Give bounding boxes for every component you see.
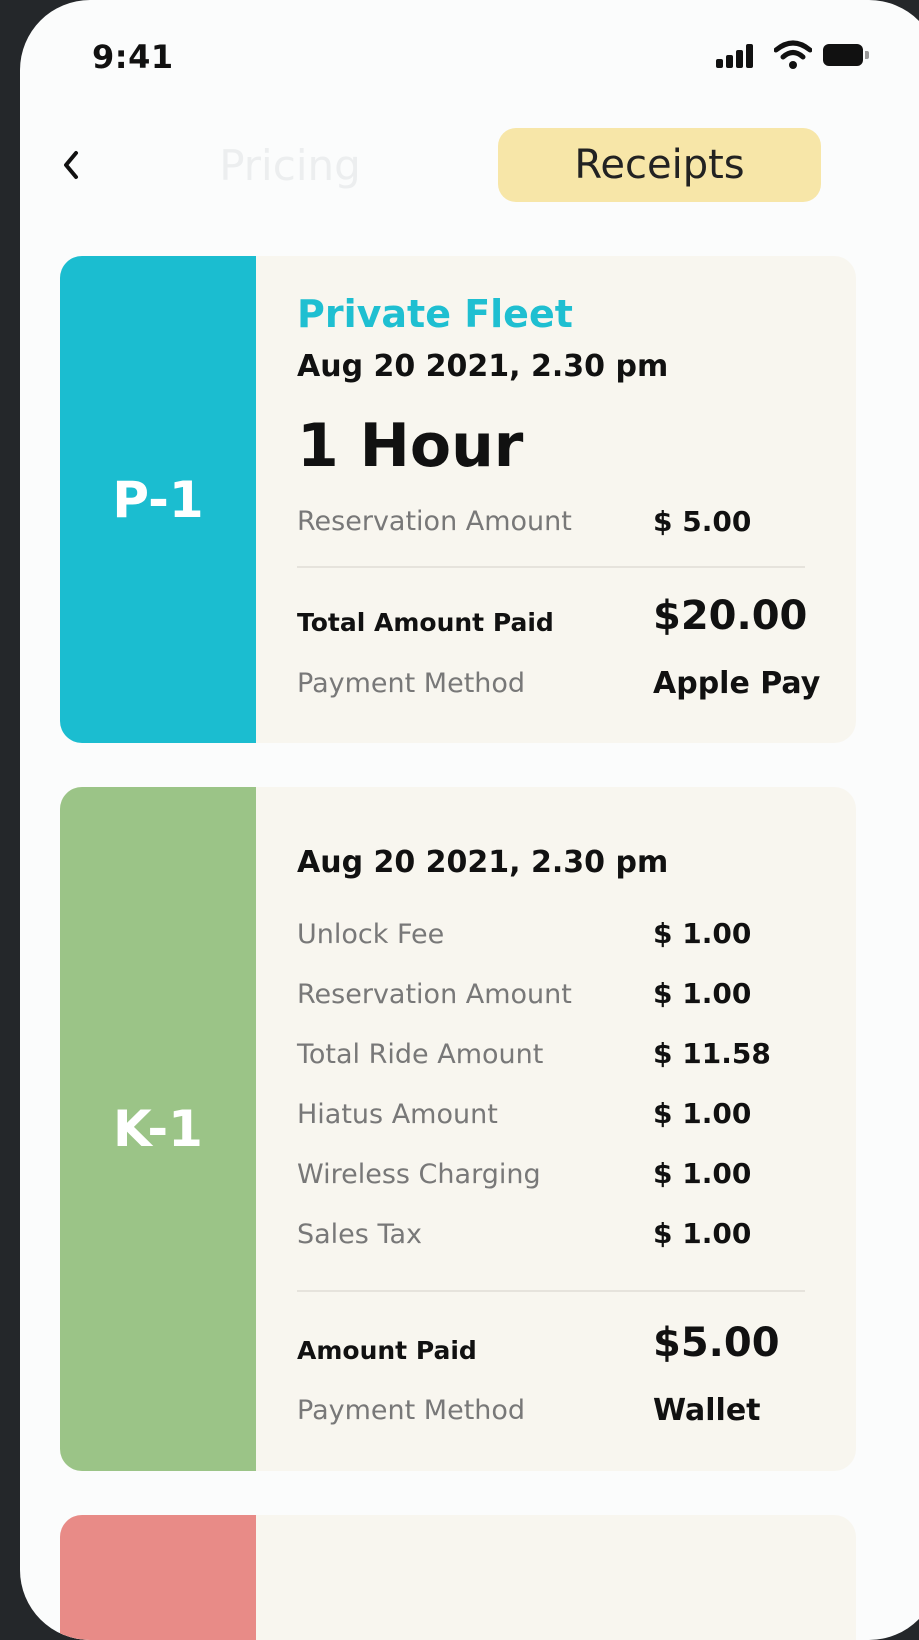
ride-duration: 1 Hour — [297, 411, 524, 481]
back-chevron-icon[interactable] — [56, 140, 96, 190]
receipt-card-k1[interactable]: K-1 Aug 20 2021, 2.30 pm Unlock Fee $ 1.… — [60, 787, 856, 1471]
divider — [297, 1290, 805, 1292]
tab-receipts[interactable]: Receipts — [498, 128, 821, 202]
receipt-date: Aug 20 2021, 2.30 pm — [297, 349, 669, 384]
payment-method-label: Payment Method — [297, 1395, 526, 1426]
line-item-label: Total Ride Amount — [297, 1039, 544, 1070]
line-item-value: $ 1.00 — [653, 1157, 752, 1190]
total-value: $5.00 — [653, 1320, 780, 1366]
payment-method-label: Payment Method — [297, 668, 526, 699]
wifi-icon — [774, 40, 812, 69]
receipt-code-stripe: P-1 — [60, 256, 256, 743]
receipt-code-stripe: K-1 — [60, 787, 256, 1471]
total-label: Total Amount Paid — [297, 608, 554, 637]
divider — [297, 566, 805, 568]
tab-pricing[interactable]: Pricing — [170, 136, 410, 196]
phone-screen: 9:41 Pricing Receipts P-1 Private Fleet … — [20, 0, 919, 1640]
line-item-value: $ 5.00 — [653, 505, 752, 538]
battery-icon — [823, 44, 869, 66]
receipt-card-p1[interactable]: P-1 Private Fleet Aug 20 2021, 2.30 pm 1… — [60, 256, 856, 743]
receipt-code-stripe — [60, 1515, 256, 1640]
line-item-value: $ 1.00 — [653, 1217, 752, 1250]
total-label: Amount Paid — [297, 1336, 477, 1365]
receipt-code: P-1 — [112, 470, 204, 529]
payment-method-value: Apple Pay — [653, 666, 821, 701]
receipt-card-partial[interactable] — [60, 1515, 856, 1640]
line-item-label: Sales Tax — [297, 1219, 422, 1250]
line-item-label: Reservation Amount — [297, 979, 572, 1010]
fleet-title: Private Fleet — [297, 292, 573, 336]
line-item-label: Wireless Charging — [297, 1159, 541, 1190]
line-item-label: Reservation Amount — [297, 506, 572, 537]
receipt-date: Aug 20 2021, 2.30 pm — [297, 845, 669, 880]
line-item-value: $ 1.00 — [653, 977, 752, 1010]
line-item-value: $ 11.58 — [653, 1037, 771, 1070]
cellular-signal-icon — [716, 44, 756, 68]
total-value: $20.00 — [653, 593, 808, 639]
line-item-value: $ 1.00 — [653, 1097, 752, 1130]
payment-method-value: Wallet — [653, 1393, 761, 1428]
line-item-value: $ 1.00 — [653, 917, 752, 950]
receipt-code: K-1 — [113, 1100, 203, 1158]
line-item-label: Unlock Fee — [297, 919, 445, 950]
line-item-label: Hiatus Amount — [297, 1099, 498, 1130]
status-time: 9:41 — [92, 38, 174, 76]
